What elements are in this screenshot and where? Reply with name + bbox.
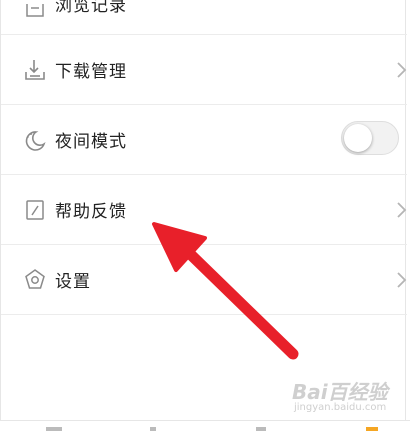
tab-icon[interactable]: [46, 427, 62, 431]
menu-item-help-feedback[interactable]: 帮助反馈: [1, 175, 407, 245]
baidu-watermark: Bai百经验 jingyan.baidu.com: [292, 376, 402, 418]
chevron-right-icon: [397, 61, 407, 78]
edit-icon: [26, 199, 44, 220]
watermark-url: jingyan.baidu.com: [294, 402, 387, 413]
night-mode-toggle[interactable]: [341, 121, 399, 155]
menu-item-download[interactable]: 下载管理: [1, 35, 407, 105]
chevron-right-icon: [397, 201, 407, 218]
menu-item-label: 浏览记录: [55, 0, 127, 16]
menu-item-label: 下载管理: [55, 62, 127, 82]
moon-icon: [25, 130, 46, 151]
history-icon: [26, 4, 44, 17]
chevron-right-icon: [397, 271, 407, 288]
menu-item-label: 帮助反馈: [55, 202, 127, 222]
tab-icon[interactable]: [150, 427, 156, 431]
tab-icon[interactable]: [366, 427, 378, 431]
toggle-knob: [344, 124, 372, 152]
menu-item-label: 夜间模式: [55, 132, 127, 152]
tab-icon[interactable]: [256, 427, 266, 431]
menu-item-history[interactable]: 浏览记录: [1, 0, 407, 35]
settings-icon: [25, 268, 45, 289]
menu-item-label: 设置: [55, 272, 91, 292]
bottom-tab-bar: [0, 420, 410, 431]
download-icon: [25, 59, 45, 80]
watermark-logo: Bai百经验: [292, 380, 388, 404]
menu-panel: 浏览记录 下载管理 夜间模式 帮助反馈 设置: [0, 0, 407, 430]
menu-item-settings[interactable]: 设置: [1, 245, 407, 315]
